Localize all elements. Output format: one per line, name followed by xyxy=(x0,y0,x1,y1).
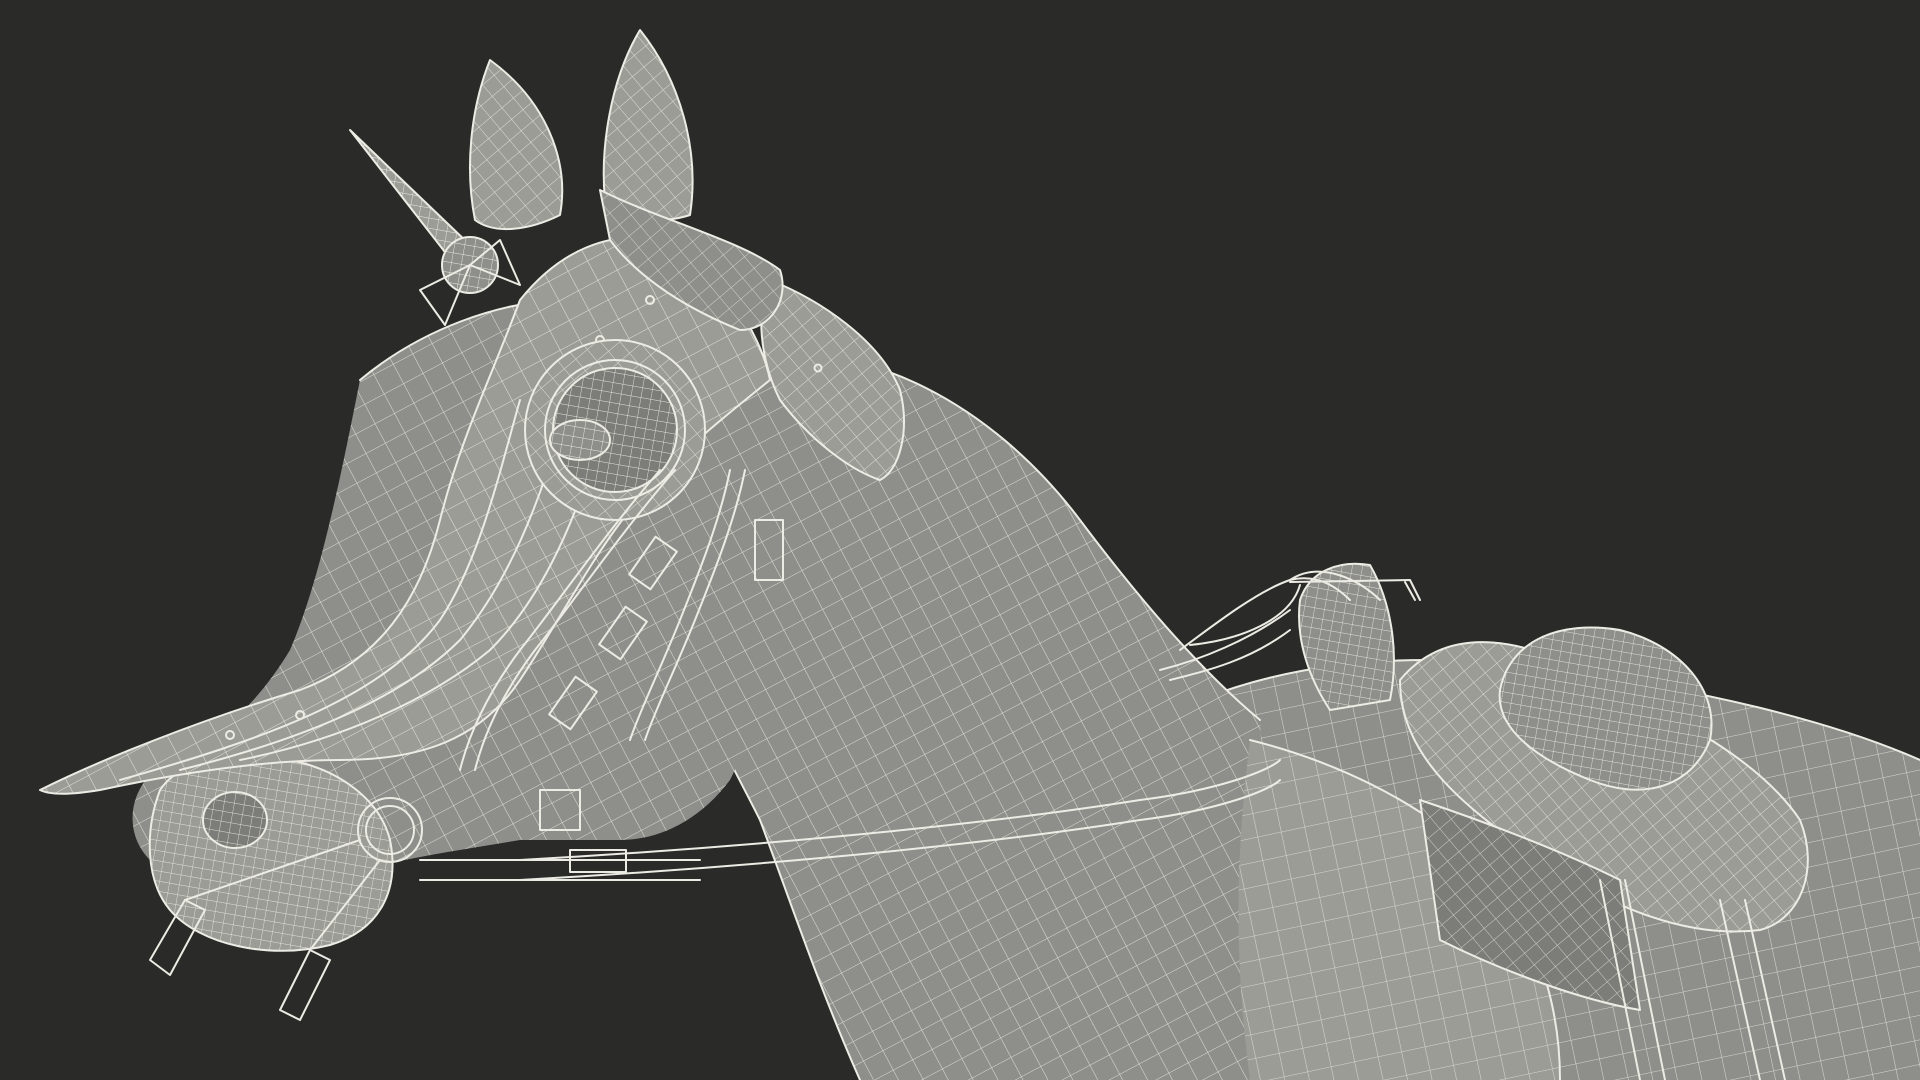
wireframe-render xyxy=(39,29,1920,1080)
render-viewport xyxy=(0,0,1920,1080)
eye-guard xyxy=(524,339,706,521)
